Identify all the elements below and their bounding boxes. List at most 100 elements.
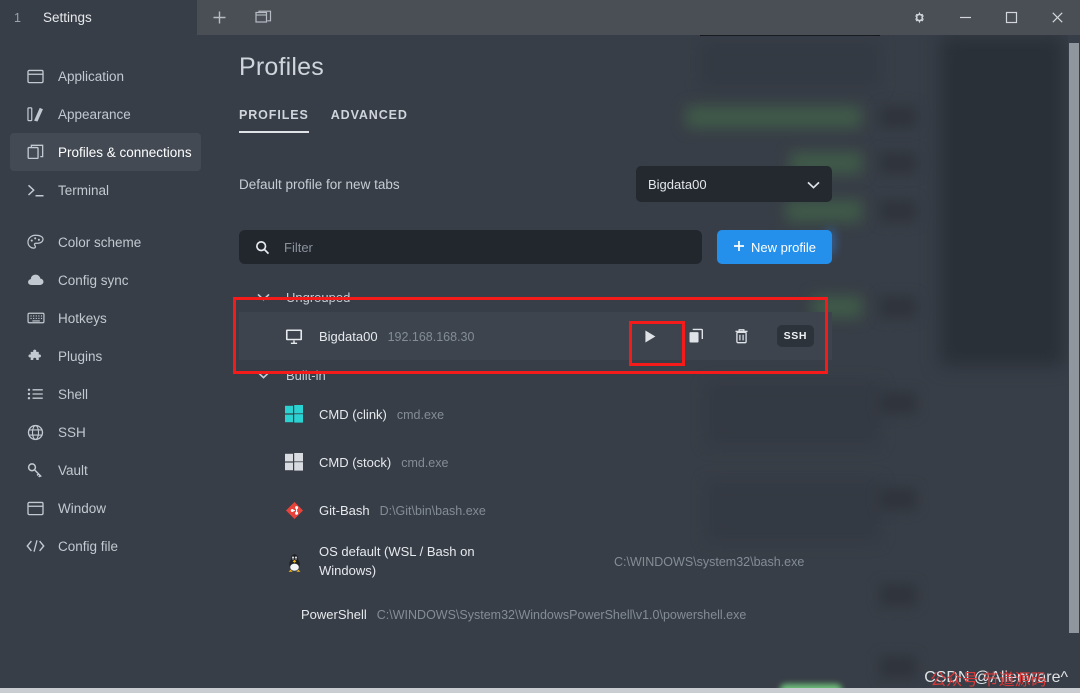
profile-path: cmd.exe (401, 455, 449, 470)
profile-name-wrap: PowerShell C:\WINDOWS\System32\WindowsPo… (301, 607, 746, 622)
watermark-overlay-text: 公众号 节道源码 (930, 672, 1047, 689)
table-row[interactable]: Git-Bash D:\Git\bin\bash.exe (239, 486, 832, 534)
group-header-ungrouped[interactable]: Ungrouped (239, 282, 832, 312)
profile-name: OS default (WSL / Bash on Windows) (319, 544, 475, 578)
profile-name-wrap: Git-Bash D:\Git\bin\bash.exe (319, 503, 486, 518)
sidebar-item-label: Hotkeys (58, 310, 107, 326)
sidebar-item-label: Vault (58, 462, 88, 478)
sidebar-item-label: Shell (58, 386, 89, 402)
watermark: CSDN @Alienware^ 公众号 节道源码 (924, 669, 1068, 689)
split-window-button[interactable] (241, 0, 285, 35)
sidebar-item-label: Appearance (58, 106, 131, 122)
application-icon (26, 67, 45, 86)
close-icon (1051, 12, 1063, 23)
tab-profiles[interactable]: PROFILES (239, 108, 309, 133)
table-row[interactable]: OS default (WSL / Bash on Windows) C:\WI… (239, 534, 832, 590)
sidebar-item-label: Application (58, 68, 125, 84)
sidebar-item-shell[interactable]: Shell (10, 375, 201, 413)
profile-name: PowerShell (301, 606, 367, 622)
default-profile-row: Default profile for new tabs Bigdata00 (239, 166, 832, 202)
sidebar-item-ssh[interactable]: SSH (10, 413, 201, 451)
maximize-button[interactable] (988, 0, 1034, 35)
sidebar-item-config-sync[interactable]: Config sync (10, 261, 201, 299)
tab-settings[interactable]: 1 Settings (0, 0, 197, 35)
launch-profile-button[interactable] (639, 325, 661, 347)
filter-box[interactable] (239, 230, 702, 264)
profile-name: CMD (stock) (319, 454, 392, 470)
cloud-icon (26, 271, 45, 290)
sidebar-item-label: Color scheme (58, 234, 142, 250)
profile-path: C:\WINDOWS\System32\WindowsPowerShell\v1… (376, 607, 747, 622)
filter-row: New profile (239, 230, 832, 264)
chevron-down-icon (807, 177, 820, 192)
sidebar-item-label: Config sync (58, 272, 129, 288)
tab-title: Settings (42, 10, 92, 25)
table-row[interactable]: PowerShell C:\WINDOWS\System32\WindowsPo… (239, 590, 832, 638)
default-profile-label: Default profile for new tabs (239, 176, 400, 192)
group-header-label: Ungrouped (286, 289, 351, 305)
profile-name-wrap: CMD (clink) cmd.exe (319, 407, 444, 422)
settings-button[interactable] (896, 0, 942, 35)
sidebar-item-application[interactable]: Application (10, 57, 201, 95)
group-header-built-in[interactable]: Built-in (239, 360, 832, 390)
close-button[interactable] (1034, 0, 1080, 35)
minimize-button[interactable] (942, 0, 988, 35)
sidebar-item-plugins[interactable]: Plugins (10, 337, 201, 375)
page-title: Profiles (239, 53, 324, 81)
settings-main-panel: Profiles PROFILES ADVANCED Default profi… (211, 35, 1068, 693)
windows-icon-cyan (283, 405, 305, 423)
plus-icon (213, 11, 225, 24)
search-input[interactable] (284, 239, 686, 255)
sidebar-item-vault[interactable]: Vault (10, 451, 201, 489)
git-icon (283, 501, 305, 520)
tab-advanced[interactable]: ADVANCED (331, 108, 408, 133)
windows-icon-white (283, 453, 305, 471)
table-row[interactable]: Bigdata00 192.168.168.30 SSH (239, 312, 832, 360)
profile-name: Bigdata00 (319, 328, 378, 344)
titlebar-drag-area (285, 0, 896, 35)
table-row[interactable]: CMD (clink) cmd.exe (239, 390, 832, 438)
bottom-strip (0, 688, 1080, 693)
search-icon (255, 240, 270, 255)
delete-profile-button[interactable] (731, 325, 753, 347)
tab-index: 1 (14, 10, 21, 25)
monitor-icon (283, 328, 305, 345)
gear-icon (914, 11, 924, 24)
sidebar-item-hotkeys[interactable]: Hotkeys (10, 299, 201, 337)
app-window: 1 Settings Application Appearance Profil… (0, 0, 1080, 693)
profile-path: 192.168.168.30 (387, 329, 475, 344)
ssh-badge[interactable]: SSH (776, 325, 814, 347)
window-split-icon (254, 10, 271, 23)
add-profile-button[interactable]: New profile (716, 230, 832, 264)
sidebar-item-profiles-and-connections[interactable]: Profiles & connections (10, 133, 201, 171)
vertical-scrollbar[interactable] (1068, 35, 1080, 693)
scrollbar-thumb[interactable] (1069, 43, 1079, 633)
sidebar-item-appearance[interactable]: Appearance (10, 95, 201, 133)
profile-list: Ungrouped Bigdata00 192.168.168.30 SSH B… (239, 282, 832, 638)
table-row[interactable]: CMD (stock) cmd.exe (239, 438, 832, 486)
sidebar-item-window[interactable]: Window (10, 489, 201, 527)
new-tab-button[interactable] (197, 0, 241, 35)
default-profile-select[interactable]: Bigdata00 (636, 166, 832, 202)
profile-path: D:\Git\bin\bash.exe (379, 503, 486, 518)
sidebar-item-config-file[interactable]: Config file (10, 527, 201, 565)
add-profile-label: New profile (750, 239, 816, 255)
profile-name-wrap: OS default (WSL / Bash on Windows) (319, 543, 504, 581)
code-icon (26, 537, 45, 556)
sidebar-item-terminal[interactable]: Terminal (10, 171, 201, 209)
list-icon (26, 385, 45, 404)
maximize-icon (1005, 11, 1017, 24)
sidebar-item-color-scheme[interactable]: Color scheme (10, 223, 201, 261)
group-header-label: Built-in (286, 367, 326, 383)
settings-sidebar: Application Appearance Profiles & connec… (0, 35, 211, 693)
title-bar: 1 Settings (0, 0, 1080, 35)
profiles-icon (26, 143, 45, 162)
profile-name-wrap: CMD (stock) cmd.exe (319, 455, 448, 470)
terminal-icon (26, 181, 45, 200)
duplicate-profile-button[interactable] (685, 325, 707, 347)
default-profile-value: Bigdata00 (648, 176, 707, 192)
sidebar-item-label: Terminal (58, 182, 110, 198)
window-icon (26, 499, 45, 518)
sidebar-item-label: SSH (58, 424, 86, 440)
key-icon (26, 461, 45, 480)
